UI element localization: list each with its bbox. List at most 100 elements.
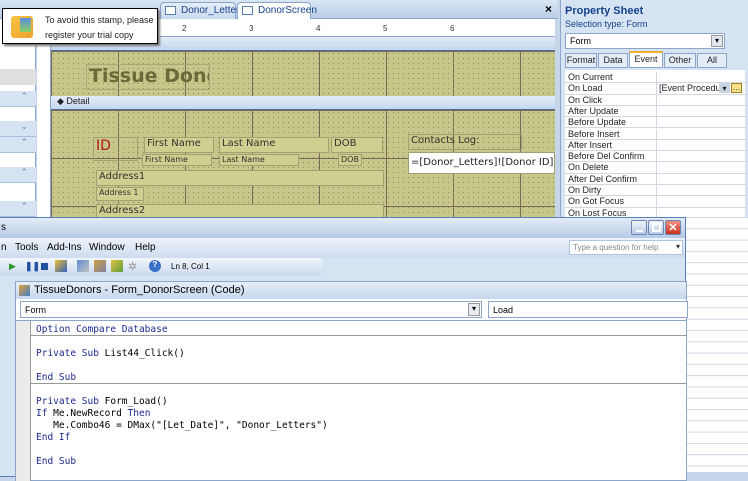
property-value[interactable] <box>656 72 745 83</box>
run-icon[interactable]: ▶ <box>9 261 16 272</box>
property-row[interactable]: On Load [Event Procedu ▾… <box>565 83 745 95</box>
code-keyword: Private Sub <box>36 348 99 359</box>
dob-label[interactable]: DOB <box>331 137 383 153</box>
tab-data[interactable]: Data <box>598 53 628 68</box>
code-text: Me.NewRecord <box>47 408 128 419</box>
stop-icon[interactable] <box>41 263 48 270</box>
object-browser-icon[interactable] <box>111 260 123 272</box>
chevron-down-icon: ▾ <box>711 35 723 47</box>
property-row[interactable]: Before Del Confirm <box>565 151 745 163</box>
last-name-label[interactable]: Last Name <box>219 137 329 153</box>
close-button[interactable]: ✕ <box>665 220 681 235</box>
code-line[interactable]: If Me.NewRecord Then <box>36 408 150 420</box>
address1-label[interactable]: Address1 <box>96 170 384 186</box>
code-keyword: End If <box>36 432 71 443</box>
code-line[interactable]: Private Sub Form_Load() <box>36 396 168 408</box>
property-row[interactable]: On Click <box>565 94 745 106</box>
last-name-field[interactable]: Last Name <box>219 154 299 166</box>
ruler-tick: 4 <box>316 24 321 33</box>
property-name: After Update <box>568 105 619 116</box>
code-line[interactable]: Option Compare Database <box>36 324 168 336</box>
collapse-group-button[interactable]: ⌃ <box>0 137 36 153</box>
detail-band[interactable]: ◆ Detail <box>51 96 555 110</box>
property-value[interactable] <box>656 105 745 117</box>
project-explorer-icon[interactable] <box>77 260 89 272</box>
menu-item-view[interactable]: n <box>1 242 7 253</box>
procedure-value: Load <box>493 305 514 315</box>
menu-item-add-ins[interactable]: Add-Ins <box>47 242 81 253</box>
code-line[interactable]: Me.Combo46 = DMax("[Let_Date]", "Donor_L… <box>36 420 328 432</box>
property-value[interactable] <box>656 117 745 129</box>
property-value[interactable] <box>656 94 745 106</box>
expand-group-button[interactable]: ⌄ <box>0 121 36 137</box>
property-value[interactable] <box>656 151 745 163</box>
first-name-field[interactable]: First Name <box>142 154 212 166</box>
pause-icon[interactable]: ❚❚ <box>25 261 40 272</box>
tab-donor-screen[interactable]: DonorScreen <box>237 2 317 19</box>
build-button[interactable]: … <box>731 83 742 94</box>
object-value: Form <box>25 305 46 315</box>
code-line[interactable]: End Sub <box>36 456 76 468</box>
property-value[interactable] <box>656 128 745 140</box>
property-name: After Del Confirm <box>568 173 638 184</box>
first-name-label[interactable]: First Name <box>144 137 214 153</box>
tab-donor-letters[interactable]: Donor_Letters <box>160 2 244 19</box>
help-icon[interactable]: ? <box>149 260 161 272</box>
code-keyword: End Sub <box>36 372 77 383</box>
form-title-label[interactable]: Tissue Donors <box>86 64 210 90</box>
property-row[interactable]: Before Update <box>565 117 745 129</box>
module-icon <box>19 285 30 296</box>
property-value[interactable] <box>656 162 745 174</box>
selection-dropdown[interactable]: Form ▾ <box>565 33 725 49</box>
object-dropdown[interactable]: Form ▾ <box>20 301 482 318</box>
dob-field[interactable]: DOB <box>338 154 362 166</box>
menu-item-help[interactable]: Help <box>135 242 156 253</box>
property-row[interactable]: On Dirty <box>565 185 745 197</box>
code-line[interactable]: End Sub <box>36 372 76 384</box>
contacts-log-field[interactable]: =[Donor_Letters]![Donor ID] <box>408 152 555 174</box>
property-value[interactable] <box>656 185 745 196</box>
vba-title-bar[interactable]: s ✕ <box>0 218 685 238</box>
property-name: On Click <box>568 94 603 105</box>
property-row[interactable]: On Current <box>565 72 745 84</box>
id-label[interactable]: ID <box>93 137 138 161</box>
tab-event[interactable]: Event <box>629 51 663 68</box>
toolbox-icon[interactable]: ✲ <box>128 260 137 273</box>
minimize-button[interactable] <box>631 220 647 235</box>
property-row[interactable]: After Del Confirm <box>565 173 745 185</box>
margin-indicator-bar[interactable] <box>16 321 31 481</box>
procedure-dropdown[interactable]: Load <box>488 301 688 318</box>
property-row[interactable]: On Got Focus <box>565 196 745 208</box>
help-search-input[interactable]: Type a question for help ▾ <box>569 240 683 255</box>
property-value[interactable] <box>656 196 745 208</box>
code-window-title[interactable]: TissueDonors - Form_DonorScreen (Code) <box>16 282 686 299</box>
help-placeholder: Type a question for help <box>573 243 659 252</box>
close-document-button[interactable]: × <box>545 2 552 16</box>
menu-item-tools[interactable]: Tools <box>15 242 38 253</box>
design-mode-icon[interactable] <box>55 260 67 272</box>
maximize-button[interactable] <box>648 220 664 235</box>
property-row[interactable]: After Insert <box>565 139 745 152</box>
property-value[interactable] <box>656 173 745 185</box>
property-value[interactable] <box>656 139 745 151</box>
property-row[interactable]: Before Insert <box>565 128 745 140</box>
property-row[interactable]: On Delete <box>565 162 745 174</box>
menu-item-window[interactable]: Window <box>89 242 125 253</box>
property-name: Before Insert <box>568 128 620 139</box>
properties-icon[interactable] <box>94 260 106 272</box>
tab-format[interactable]: Format <box>565 53 597 68</box>
chevron-down-icon: ▾ <box>675 242 680 251</box>
property-row[interactable]: After Update <box>565 105 745 118</box>
code-line[interactable]: Private Sub List44_Click() <box>36 348 185 360</box>
collapse-group-button[interactable]: ⌃ <box>0 91 36 107</box>
tab-all[interactable]: All <box>697 53 727 68</box>
address1-field[interactable]: Address 1 <box>96 187 144 201</box>
contacts-log-label[interactable]: Contacts Log: <box>408 134 522 150</box>
code-editor[interactable]: Option Compare Database Private Sub List4… <box>16 320 686 481</box>
collapse-group-button[interactable]: ⌃ <box>0 201 36 217</box>
selection-type: Selection type: Form <box>565 19 648 29</box>
chevron-down-icon[interactable]: ▾ <box>719 83 730 94</box>
collapse-group-button[interactable]: ⌃ <box>0 167 36 183</box>
tab-other[interactable]: Other <box>664 53 696 68</box>
code-line[interactable]: End If <box>36 432 70 444</box>
